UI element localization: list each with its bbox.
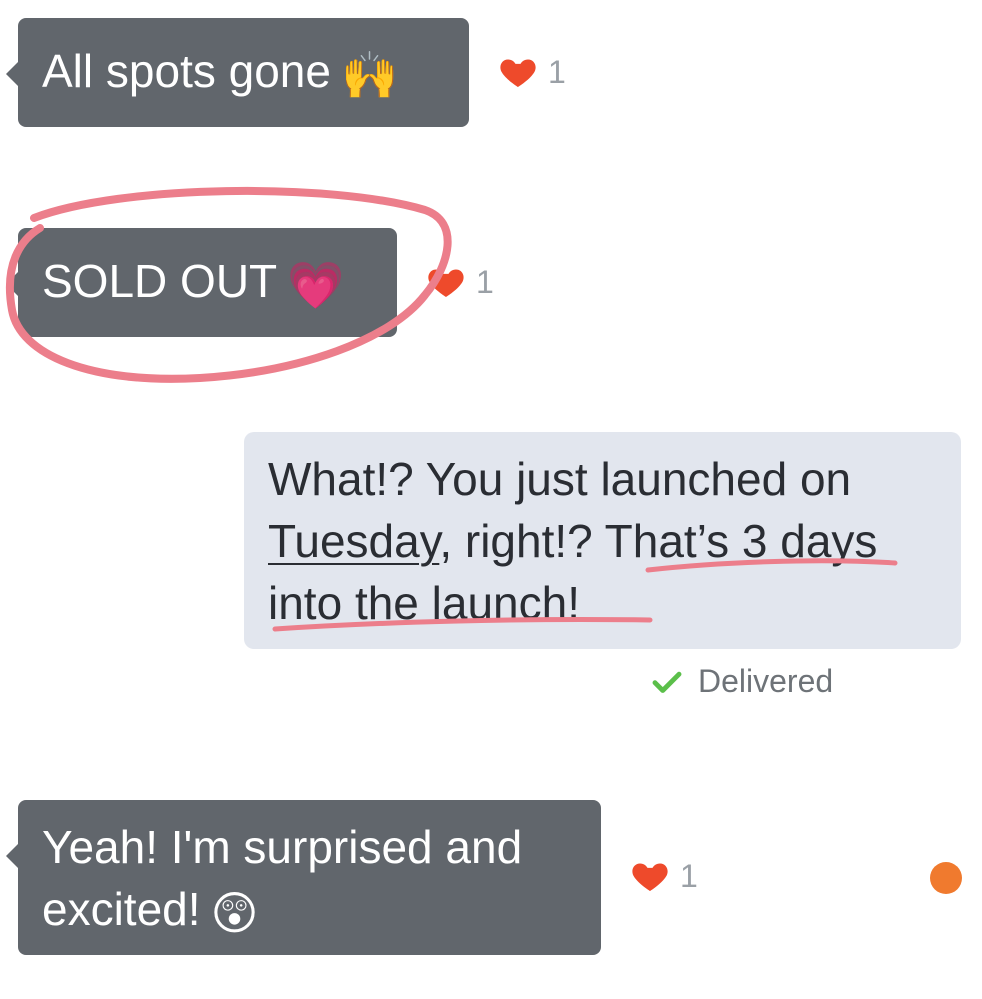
message-line-2: Tuesday, right!? That’s 3 days <box>268 510 937 572</box>
astonished-emoji: 😲 <box>210 885 259 940</box>
reaction-heart-4[interactable]: 1 <box>630 856 698 896</box>
heart-icon <box>632 863 668 891</box>
message-text: All spots gone <box>42 45 331 97</box>
message-text: SOLD OUT <box>42 255 278 307</box>
message-line-2: excited! 😲 <box>42 878 577 944</box>
reaction-count: 1 <box>680 857 698 894</box>
raised-hands-emoji: 🙌 <box>340 47 399 102</box>
tuesday-link[interactable]: Tuesday <box>268 515 439 567</box>
pink-heart-emoji: 💗 <box>287 257 345 312</box>
heart-icon <box>500 59 536 87</box>
message-line-3: into the launch! <box>268 577 581 629</box>
reaction-heart-1[interactable]: 1 <box>498 52 566 92</box>
message-line-1: Yeah! I'm surprised and <box>42 821 523 873</box>
message-bubble-sold-out[interactable]: SOLD OUT 💗 <box>6 228 397 337</box>
check-icon <box>652 671 682 693</box>
message-line-1: What!? You just launched on <box>268 453 852 505</box>
unread-dot <box>930 862 962 894</box>
reaction-count: 1 <box>476 263 494 300</box>
delivered-label: Delivered <box>698 663 834 699</box>
message-bubble-outgoing[interactable]: What!? You just launched on Tuesday, rig… <box>244 432 961 649</box>
delivered-status: Delivered <box>650 663 833 700</box>
message-line-2-rest: , right!? That’s 3 days <box>439 515 878 567</box>
reaction-count: 1 <box>548 53 566 90</box>
message-bubble-surprised[interactable]: Yeah! I'm surprised and excited! 😲 <box>6 800 601 955</box>
heart-icon <box>428 269 464 297</box>
message-bubble-all-spots-gone[interactable]: All spots gone 🙌 <box>6 18 469 127</box>
reaction-heart-2[interactable]: 1 <box>426 262 494 302</box>
